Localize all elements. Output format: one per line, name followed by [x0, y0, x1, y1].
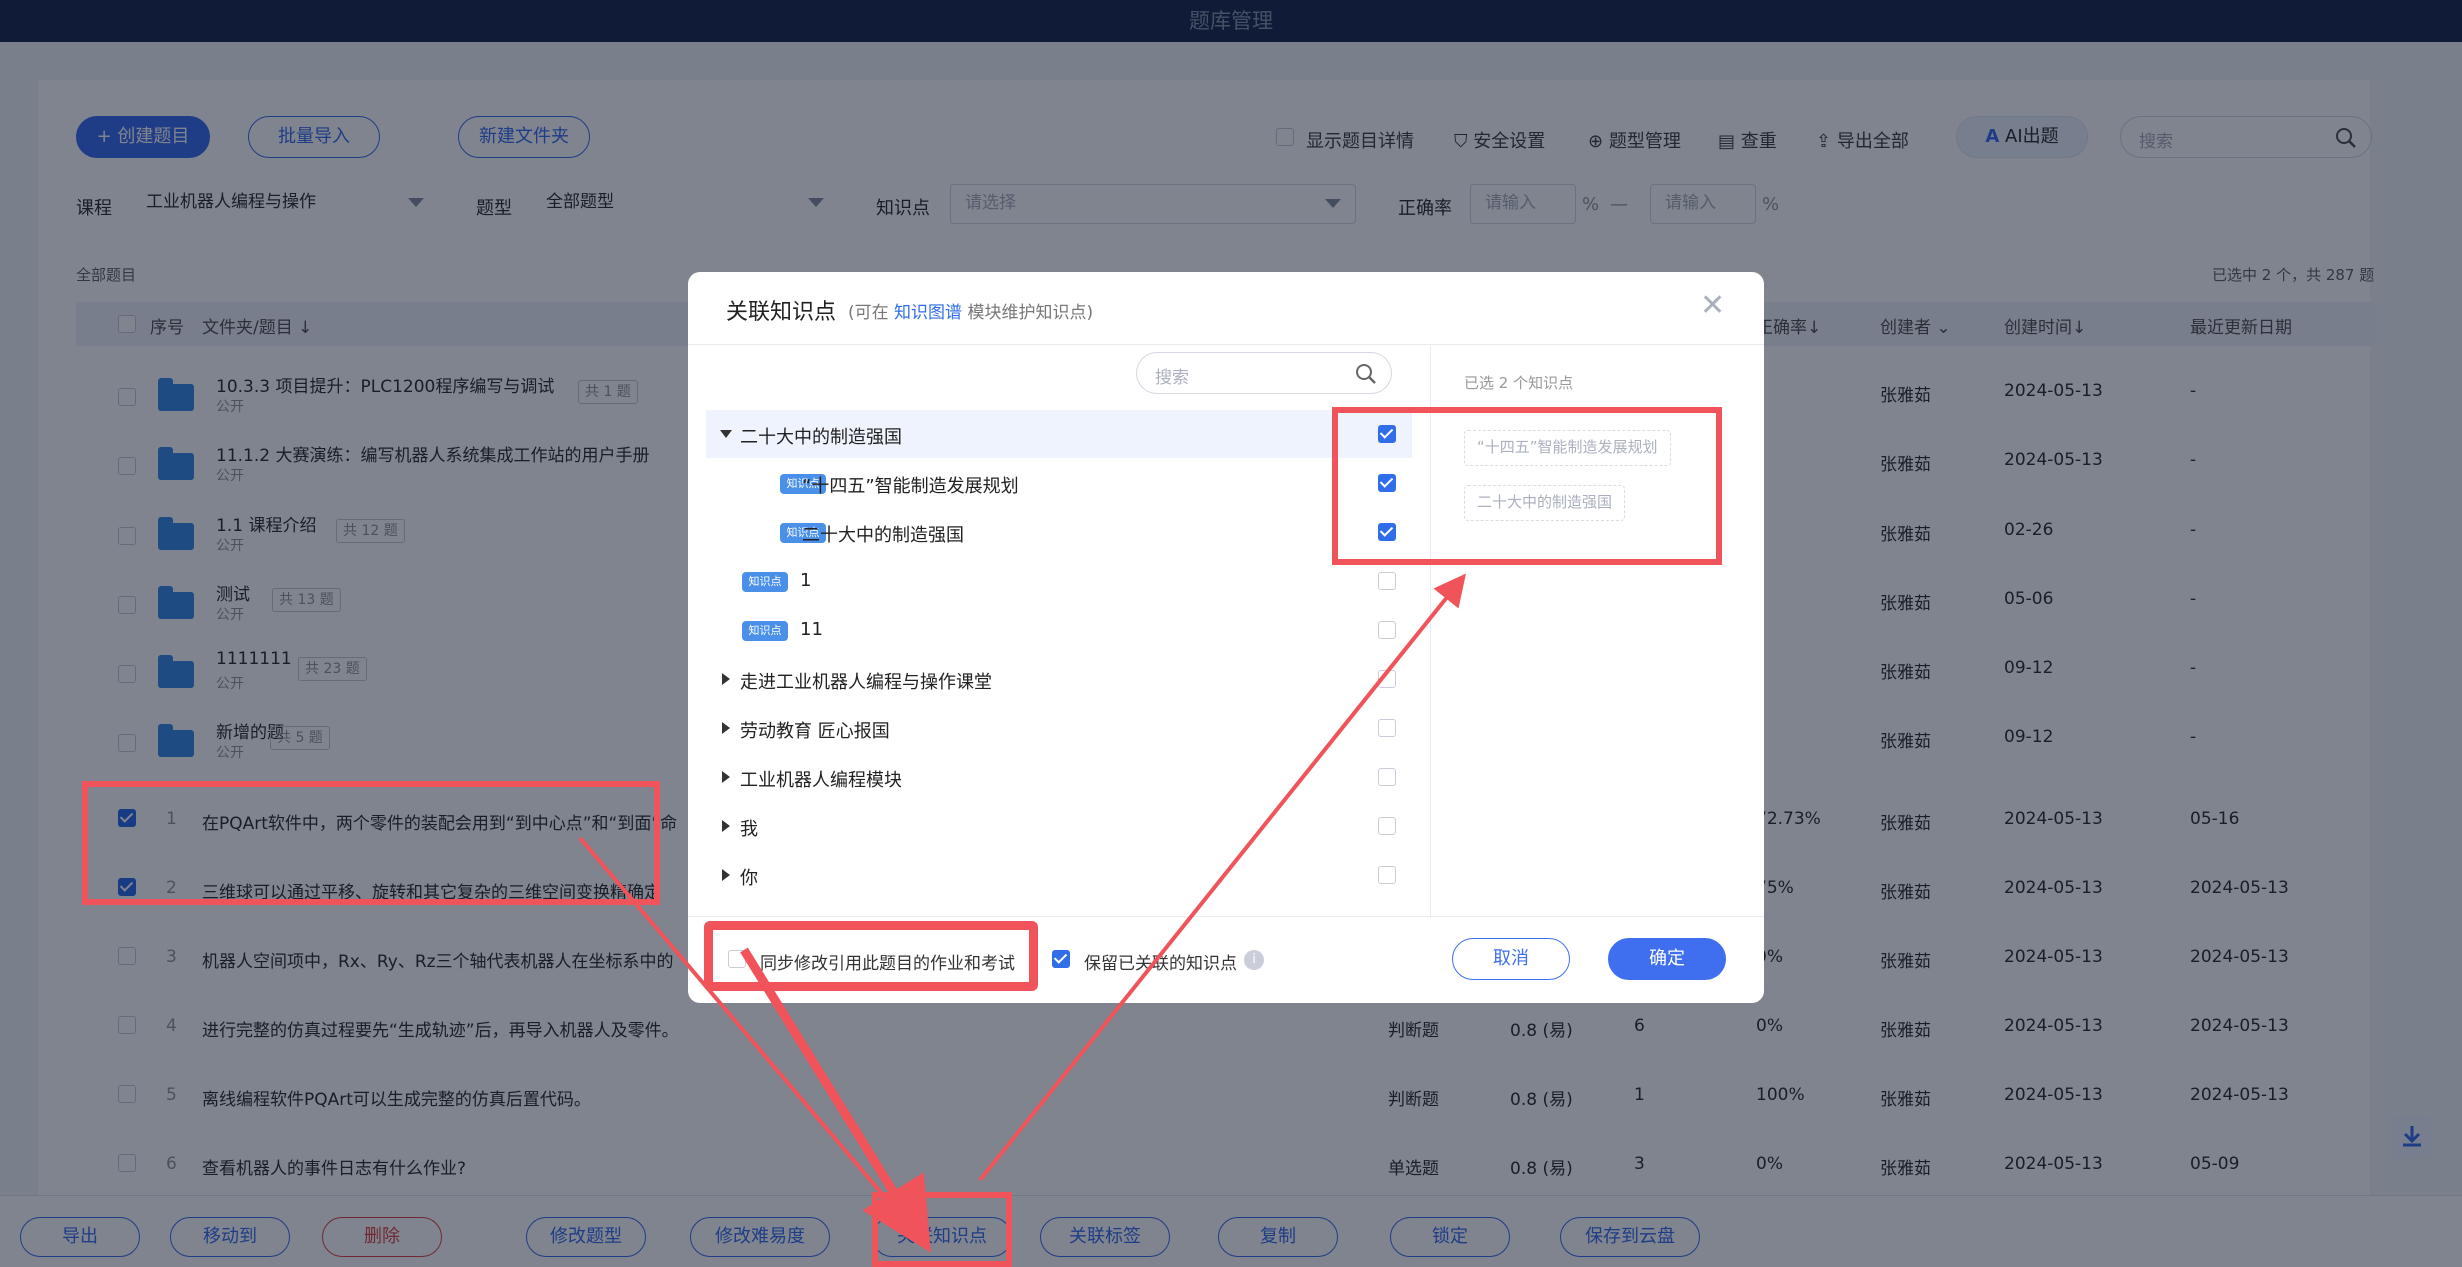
annotation-arrow [740, 947, 931, 1253]
annotation-arrow [578, 836, 911, 1228]
annotation-arrows [578, 573, 1467, 1253]
annotation-arrow [978, 573, 1467, 1182]
